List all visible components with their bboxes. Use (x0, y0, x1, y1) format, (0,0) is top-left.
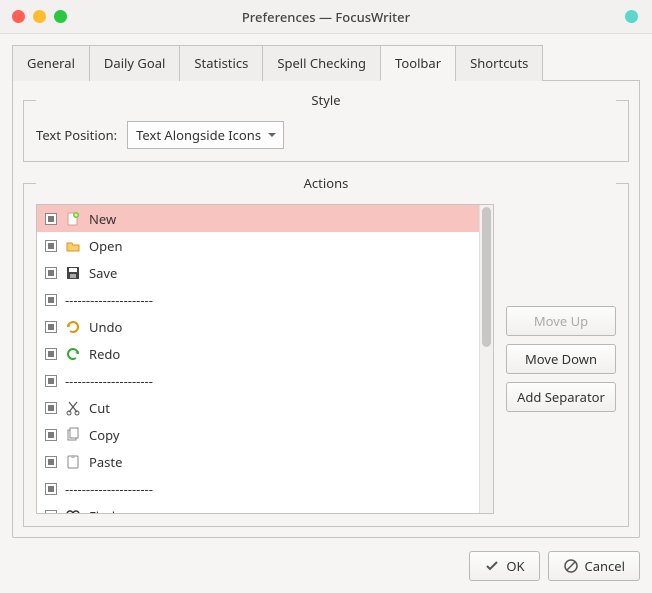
copy-icon (65, 427, 81, 443)
list-item-redo[interactable]: Redo (37, 340, 479, 367)
list-item-label: Cut (89, 399, 110, 417)
checkbox[interactable] (45, 240, 57, 252)
list-item-label: --------------------- (65, 372, 153, 390)
checkbox[interactable] (45, 402, 57, 414)
checkbox[interactable] (45, 213, 57, 225)
list-item-label: --------------------- (65, 480, 153, 498)
dialog-footer: OK Cancel (469, 551, 640, 581)
actions-legend: Actions (36, 174, 616, 192)
list-item-undo[interactable]: Undo (37, 313, 479, 340)
list-item-label: --------------------- (65, 291, 153, 309)
checkbox[interactable] (45, 375, 57, 387)
open-icon (65, 238, 81, 254)
list-item-label: Open (89, 237, 123, 255)
list-item-open[interactable]: Open (37, 232, 479, 259)
cut-icon (65, 400, 81, 416)
list-item-separator[interactable]: --------------------- (37, 475, 479, 502)
ok-button[interactable]: OK (469, 551, 539, 581)
text-position-label: Text Position: (36, 126, 117, 144)
list-item-paste[interactable]: Paste (37, 448, 479, 475)
scrollbar[interactable] (479, 205, 493, 513)
find-icon (65, 508, 81, 514)
checkbox[interactable] (45, 348, 57, 360)
save-icon (65, 265, 81, 281)
list-item-copy[interactable]: Copy (37, 421, 479, 448)
list-item-cut[interactable]: Cut (37, 394, 479, 421)
tab-shortcuts[interactable]: Shortcuts (455, 45, 543, 81)
checkbox[interactable] (45, 510, 57, 514)
cancel-icon (563, 558, 579, 574)
list-item-label: Undo (89, 318, 122, 336)
cancel-button[interactable]: Cancel (548, 551, 640, 581)
paste-icon (65, 454, 81, 470)
list-item-new[interactable]: New (37, 205, 479, 232)
window-title: Preferences — FocusWriter (0, 8, 652, 26)
checkbox[interactable] (45, 429, 57, 441)
list-item-label: Find (89, 507, 115, 514)
list-item-label: Paste (89, 453, 122, 471)
checkbox[interactable] (45, 267, 57, 279)
checkbox[interactable] (45, 483, 57, 495)
actions-group: Actions New Open Save ---------------------… (23, 174, 629, 527)
list-item-label: New (89, 210, 116, 228)
move-down-button[interactable]: Move Down (506, 344, 616, 374)
tab-toolbar-page: Style Text Position: Text Alongside Icon… (12, 80, 640, 538)
style-group: Style Text Position: Text Alongside Icon… (23, 91, 629, 162)
list-item-separator[interactable]: --------------------- (37, 367, 479, 394)
redo-icon (65, 346, 81, 362)
tab-toolbar[interactable]: Toolbar (380, 45, 456, 81)
actions-side-buttons: Move Up Move Down Add Separator (506, 204, 616, 514)
checkbox[interactable] (45, 321, 57, 333)
tab-general[interactable]: General (12, 45, 90, 81)
scrollbar-thumb[interactable] (482, 207, 491, 347)
titlebar: Preferences — FocusWriter (0, 0, 652, 34)
status-badge (625, 10, 638, 23)
new-icon (65, 211, 81, 227)
list-item-save[interactable]: Save (37, 259, 479, 286)
actions-list: New Open Save --------------------- Undo Redo… (36, 204, 494, 514)
list-item-label: Redo (89, 345, 120, 363)
tab-spell-checking[interactable]: Spell Checking (262, 45, 381, 81)
text-position-select[interactable]: Text Alongside Icons (127, 121, 284, 149)
list-item-label: Copy (89, 426, 119, 444)
move-up-button[interactable]: Move Up (506, 306, 616, 336)
tab-statistics[interactable]: Statistics (179, 45, 263, 81)
checkbox[interactable] (45, 294, 57, 306)
list-item-find[interactable]: Find (37, 502, 479, 513)
tab-bar: GeneralDaily GoalStatisticsSpell Checkin… (12, 44, 640, 80)
style-legend: Style (36, 91, 616, 109)
list-item-label: Save (89, 264, 117, 282)
check-icon (484, 558, 500, 574)
add-separator-button[interactable]: Add Separator (506, 382, 616, 412)
checkbox[interactable] (45, 456, 57, 468)
tab-daily-goal[interactable]: Daily Goal (89, 45, 180, 81)
list-item-separator[interactable]: --------------------- (37, 286, 479, 313)
undo-icon (65, 319, 81, 335)
